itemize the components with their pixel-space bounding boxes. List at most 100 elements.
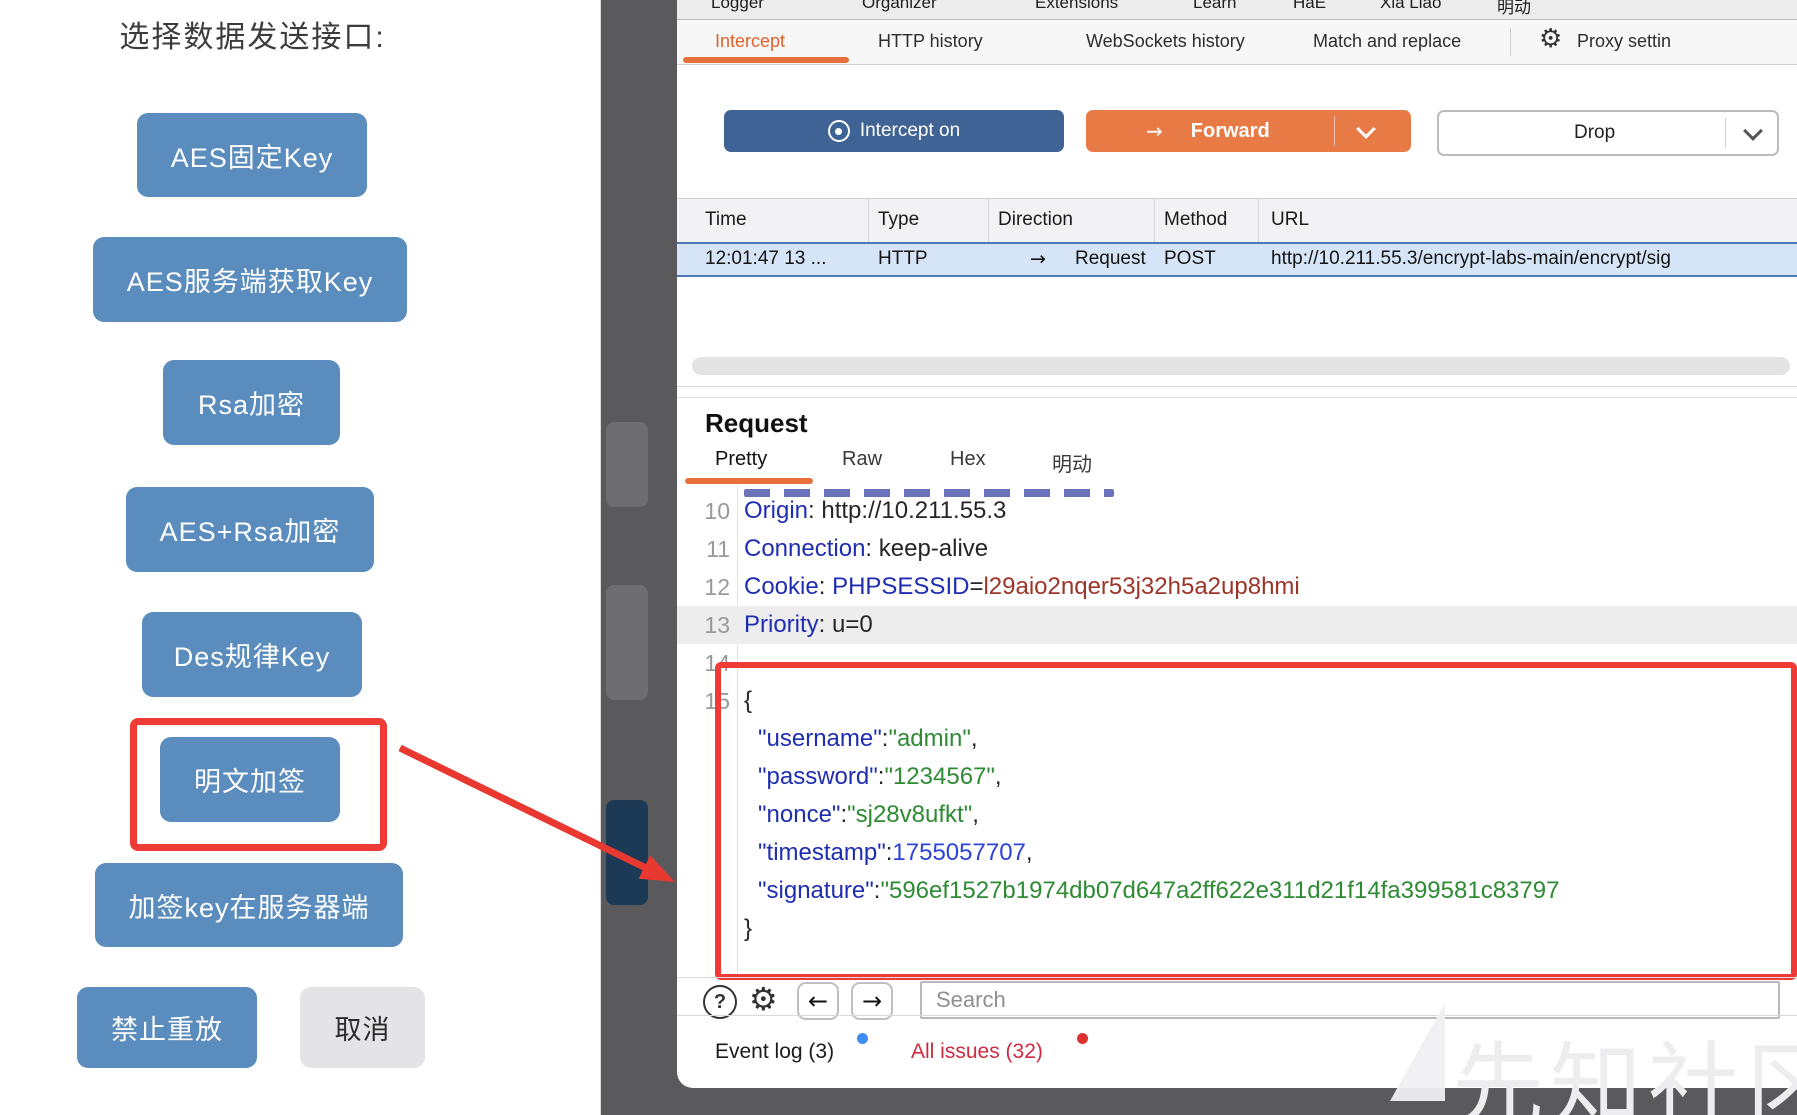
forward-label: Forward [1190,119,1270,142]
modal-button-9[interactable]: 取消 [300,987,425,1068]
syntax-token: : keep-alive [865,535,989,562]
tab-bar-divider [1510,28,1511,56]
splitter-line [677,397,1797,398]
column-header-direction[interactable]: Direction [998,209,1073,231]
syntax-token: Connection [744,535,866,562]
syntax-token: Origin [744,497,809,524]
active-editor-tab-underline [685,478,813,484]
tab-websockets-history[interactable]: WebSockets history [1086,31,1245,52]
proxy-tab-bar: Intercept HTTP history WebSockets history M… [677,20,1797,65]
intercept-on-button[interactable]: Intercept on [724,110,1064,152]
panel-title: 选择数据发送接口: [119,21,386,54]
intercept-on-label: Intercept on [859,120,961,141]
modal-button-4[interactable]: AES+Rsa加密 [126,487,374,572]
button-divider [1725,118,1727,148]
column-separator [988,199,989,243]
column-header-url[interactable]: URL [1271,209,1309,231]
syntax-token: Priority [744,611,819,638]
modal-button-7[interactable]: 加签key在服务器端 [95,863,403,947]
tab-http-history[interactable]: HTTP history [878,31,983,52]
search-input[interactable] [920,981,1780,1019]
drop-button[interactable]: Drop [1437,110,1779,156]
line-content: Origin: http://10.211.55.3 [744,492,1006,530]
interface-picker-panel: 选择数据发送接口: AES固定Key AES服务端获取Key Rsa加密 AES+Rs… [0,0,601,1115]
row-cell-method: POST [1164,248,1216,269]
red-annotation-arrow [398,744,675,882]
horizontal-scrollbar[interactable] [692,357,1790,375]
line-number: 10 [704,498,730,524]
line-content: Connection: keep-alive [744,530,988,568]
menu-item-logger[interactable]: Logger [711,0,764,13]
footer-divider [677,1015,1797,1016]
column-header-time[interactable]: Time [705,209,747,231]
issues-notification-dot [1077,1033,1088,1044]
syntax-token: PHPSESSID [832,573,970,600]
column-header-type[interactable]: Type [878,209,919,231]
modal-button-5[interactable]: Des规律Key [142,612,362,697]
line-number: 13 [704,612,730,638]
red-highlight-box [130,718,387,851]
editor-bottom-divider [677,977,1797,978]
menu-item-hae[interactable]: HaE [1293,0,1326,13]
background-page-fragment [606,585,648,700]
event-log-notification-dot [857,1033,868,1044]
help-icon[interactable]: ? [703,985,737,1019]
column-separator [1258,199,1259,243]
editor-tab-明动[interactable]: 明动 [1052,448,1092,477]
search-settings-gear-icon[interactable]: ⚙ [749,980,778,1018]
button-divider [1333,116,1335,146]
editor-line: 13 Priority: u=0 [677,606,1797,644]
modal-button-1[interactable]: AES固定Key [137,113,367,197]
syntax-token: = [969,573,984,600]
editor-tab-pretty[interactable]: Pretty [715,448,767,471]
intercepted-request-row[interactable]: 12:01:47 13 ... HTTP POST http://10.211.55.… [677,242,1797,277]
forward-button[interactable]: → Forward [1086,110,1411,152]
all-issues-toggle[interactable]: All issues (32) [911,1030,1043,1074]
row-cell-direction: Request [1075,248,1146,269]
direction-arrow-icon: → [1030,248,1046,270]
intercept-eye-icon [827,120,850,142]
syntax-token: : u=0 [818,611,873,638]
drop-label: Drop [1574,122,1616,143]
line-content: Cookie: PHPSESSID=l29aio2nqer53j32h5a2up… [744,568,1300,606]
editor-tab-raw[interactable]: Raw [842,448,882,471]
menu-item-learn[interactable]: Learn [1193,0,1236,13]
column-header-method[interactable]: Method [1164,209,1227,231]
chevron-down-icon[interactable] [1355,118,1376,139]
menu-item-organizer[interactable]: Organizer [862,0,937,13]
column-separator [868,199,869,243]
line-content: Priority: u=0 [744,606,873,644]
modal-button-3[interactable]: Rsa加密 [163,360,340,445]
burp-proxy-window: Logger Organizer Extensions Learn HaE Xia Lia… [677,0,1797,1088]
splitter-line [677,386,1797,387]
menu-item-明动[interactable]: 明动 [1497,0,1531,18]
tab-match-and-replace[interactable]: Match and replace [1313,31,1461,52]
syntax-token: : http://10.211.55.3 [808,497,1007,524]
proxy-settings-button[interactable]: Proxy settin [1577,31,1671,52]
column-separator [1154,199,1155,243]
row-cell-url: http://10.211.55.3/encrypt-labs-main/enc… [1271,248,1671,269]
screenshot-root: 选择数据发送接口: AES固定Key AES服务端获取Key Rsa加密 AES+Rs… [0,0,1797,1115]
modal-button-8[interactable]: 禁止重放 [77,987,257,1068]
menu-item-xia-liao[interactable]: Xia Liao [1380,0,1441,13]
event-log-toggle[interactable]: Event log (3) [715,1030,834,1074]
chevron-down-icon[interactable] [1743,120,1764,141]
editor-line: 12 Cookie: PHPSESSID=l29aio2nqer53j32h5a2… [677,568,1797,606]
row-cell-time: 12:01:47 13 ... [705,248,827,269]
syntax-token: Cookie [744,573,819,600]
syntax-token: : [818,573,833,600]
menu-item-extensions[interactable]: Extensions [1035,0,1118,13]
line-number: 11 [706,536,730,562]
tab-intercept[interactable]: Intercept [715,31,785,52]
burp-menubar: Logger Organizer Extensions Learn HaE Xia Lia… [677,0,1797,20]
proxy-settings-gear-icon[interactable]: ⚙ [1539,24,1562,54]
request-panel-title: Request [705,408,808,438]
syntax-token: l29aio2nqer53j32h5a2up8hmi [983,573,1300,600]
red-highlight-box-body [715,662,1797,980]
intercept-table-header: Time Type Direction Method URL [677,198,1797,244]
editor-tab-hex[interactable]: Hex [950,448,986,471]
forward-arrow-icon: → [1146,119,1163,143]
background-page-fragment [606,422,648,507]
editor-line: 10 Origin: http://10.211.55.3 [677,492,1797,530]
modal-button-2[interactable]: AES服务端获取Key [93,237,407,322]
